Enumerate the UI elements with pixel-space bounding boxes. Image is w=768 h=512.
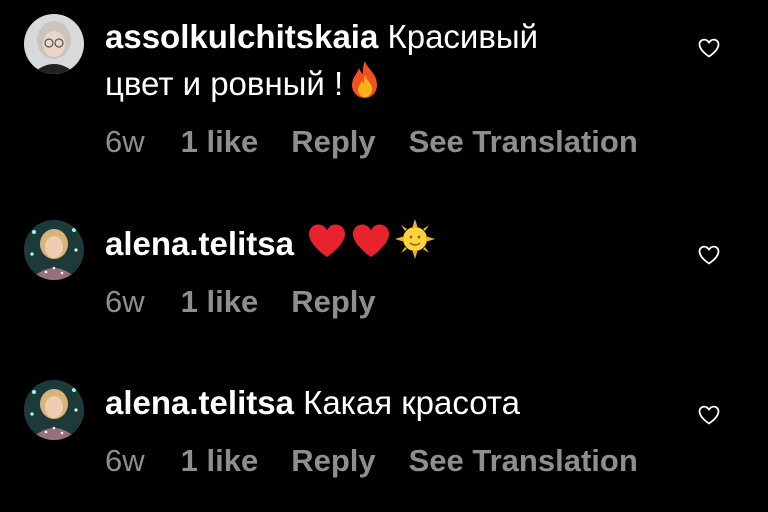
reply-button[interactable]: Reply xyxy=(291,441,375,481)
like-comment-button[interactable] xyxy=(697,36,721,60)
like-comment-button[interactable] xyxy=(697,243,721,267)
avatar-woman-icon xyxy=(24,380,84,440)
comment-username[interactable]: assolkulchitskaia xyxy=(105,18,378,55)
comment-timestamp: 6w xyxy=(105,124,145,159)
heart-outline-icon xyxy=(698,38,720,58)
comment-username[interactable]: alena.telitsa xyxy=(105,384,294,421)
reply-button[interactable]: Reply xyxy=(291,282,375,322)
comment-text: assolkulchitskaia Красивый цвет и ровный… xyxy=(105,14,705,110)
avatar[interactable] xyxy=(24,14,84,74)
comment-meta: 6w 1 like Reply See Translation xyxy=(105,122,671,162)
comment-body: Какая красота xyxy=(303,384,520,421)
comment-meta: 6w 1 like Reply See Translation xyxy=(105,441,671,481)
comment-meta: 6w 1 like Reply xyxy=(105,282,409,322)
avatar[interactable] xyxy=(24,220,84,280)
red-heart-emoji-icon xyxy=(351,223,391,270)
heart-outline-icon xyxy=(698,405,720,425)
comment-text: alena.telitsa xyxy=(105,219,705,270)
likes-count-link[interactable]: 1 like xyxy=(181,282,259,322)
see-translation-button[interactable]: See Translation xyxy=(409,441,638,481)
likes-count-link[interactable]: 1 like xyxy=(181,441,259,481)
see-translation-button[interactable]: See Translation xyxy=(409,122,638,162)
comment-timestamp: 6w xyxy=(105,284,145,319)
comment-username[interactable]: alena.telitsa xyxy=(105,225,294,262)
like-comment-button[interactable] xyxy=(697,403,721,427)
likes-count-link[interactable]: 1 like xyxy=(181,122,259,162)
comment-timestamp: 6w xyxy=(105,443,145,478)
comment-body: Красивый xyxy=(387,18,539,55)
heart-outline-icon xyxy=(698,245,720,265)
avatar-woman-glasses-icon xyxy=(24,14,84,74)
red-heart-emoji-icon xyxy=(307,223,347,270)
comment-body-line2: цвет и ровный ! xyxy=(105,65,344,102)
sun-with-face-emoji-icon xyxy=(395,219,436,270)
avatar[interactable] xyxy=(24,380,84,440)
avatar-woman-icon xyxy=(24,220,84,280)
comment-text: alena.telitsa Какая красота xyxy=(105,380,705,425)
reply-button[interactable]: Reply xyxy=(291,122,375,162)
fire-emoji-icon xyxy=(347,59,383,110)
